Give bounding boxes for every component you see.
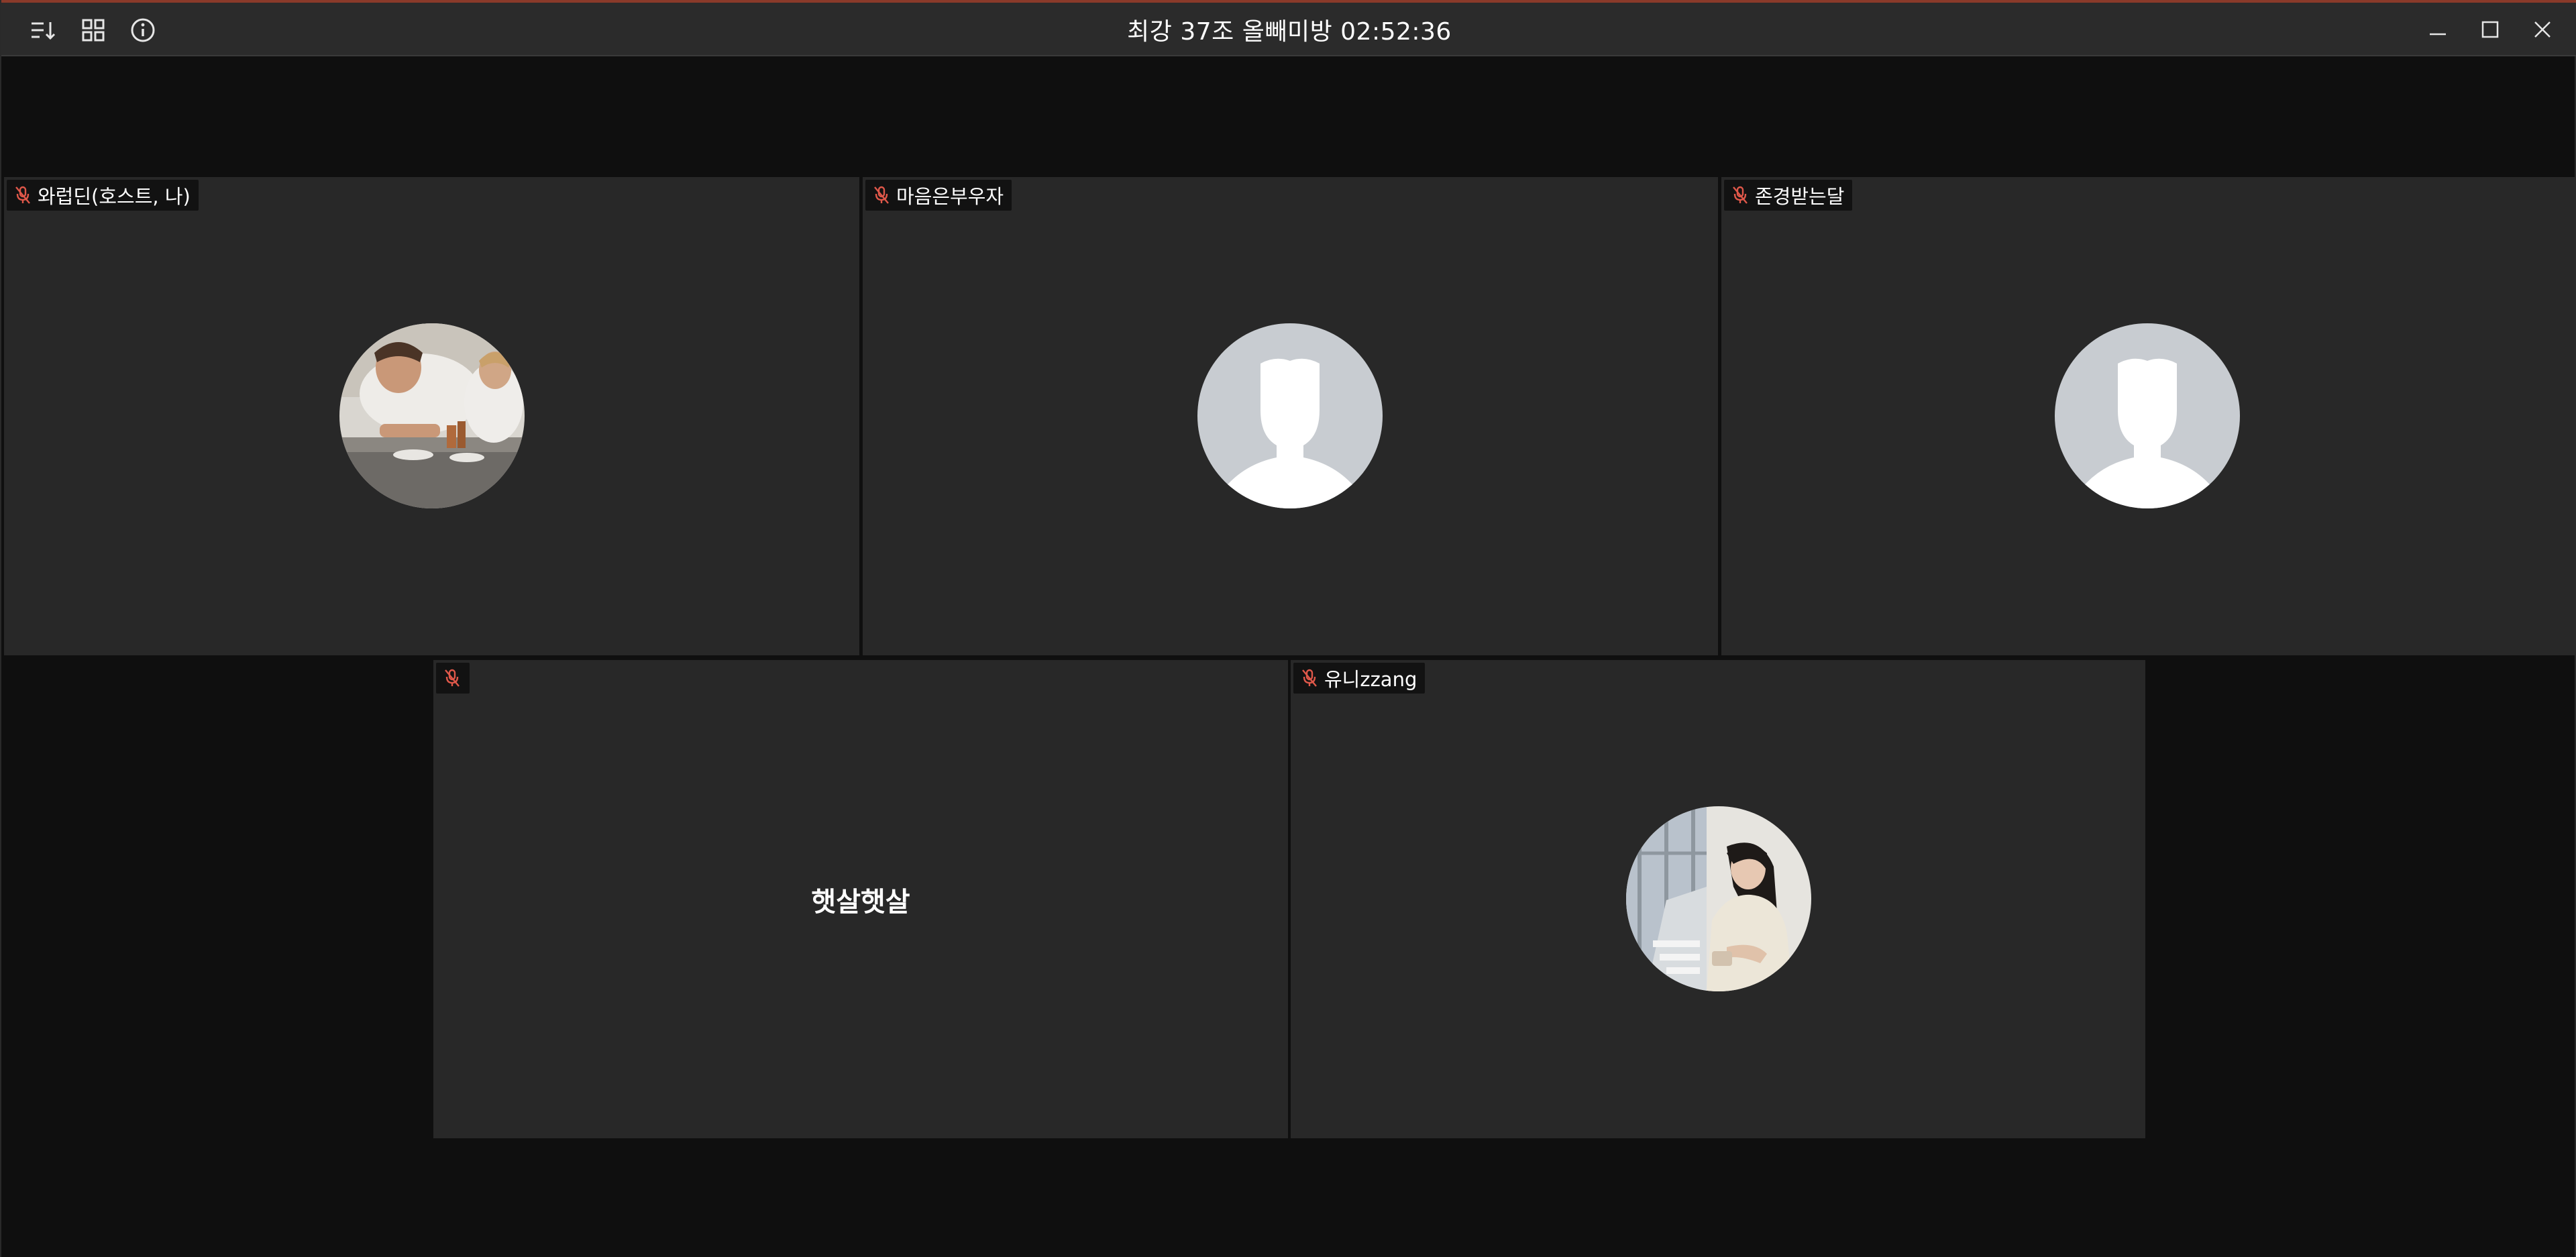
maximize-icon <box>2481 21 2499 38</box>
participant-name: 존경받는달 <box>1755 185 1845 208</box>
participant-tag <box>436 663 470 694</box>
title-bar: 최강 37조 올빼미방 02:52:36 <box>1 0 2576 56</box>
participant-tile[interactable]: 와럽딘(호스트, 나) <box>4 177 859 655</box>
participant-name: 마음은부우자 <box>896 185 1004 208</box>
placeholder-avatar <box>2055 323 2240 508</box>
person-silhouette-icon <box>1197 323 1383 508</box>
participant-tag: 와럽딘(호스트, 나) <box>7 180 199 211</box>
meeting-window: 최강 37조 올빼미방 02:52:36 와럽딘(호스트, 나) 마음은부우자 … <box>0 0 2576 1257</box>
participant-display-name: 햇살햇살 <box>811 886 910 918</box>
close-button[interactable] <box>2526 12 2559 47</box>
participant-tag: 존경받는달 <box>1724 180 1853 211</box>
participant-name: 유니zzang <box>1324 668 1417 691</box>
maximize-button[interactable] <box>2474 12 2506 47</box>
participant-tile[interactable]: 존경받는달 <box>1721 177 2575 655</box>
person-silhouette-icon <box>2055 323 2240 508</box>
participant-tag: 유니zzang <box>1293 663 1426 694</box>
mic-muted-icon <box>872 185 891 205</box>
mic-muted-icon <box>13 185 32 205</box>
mic-muted-icon <box>1300 668 1319 688</box>
minimize-button[interactable] <box>2422 12 2454 47</box>
participant-tile[interactable]: 유니zzang <box>1291 660 2145 1138</box>
participant-tag: 마음은부우자 <box>865 180 1012 211</box>
woman-photo-icon <box>1626 806 1811 991</box>
window-title: 최강 37조 올빼미방 02:52:36 <box>1127 18 1452 46</box>
close-icon <box>2534 21 2551 38</box>
placeholder-avatar <box>1197 323 1383 508</box>
participant-photo <box>339 323 525 508</box>
mic-muted-icon <box>443 668 462 688</box>
mic-muted-icon <box>1731 185 1750 205</box>
minimize-icon <box>2430 33 2446 36</box>
window-controls <box>2422 12 2559 47</box>
participant-tile[interactable]: 마음은부우자 <box>863 177 1718 655</box>
participant-tile[interactable]: 햇살햇살 <box>433 660 1288 1138</box>
chef-photo-icon <box>339 323 525 508</box>
participant-photo <box>1626 806 1811 991</box>
participant-name: 와럽딘(호스트, 나) <box>38 185 191 208</box>
